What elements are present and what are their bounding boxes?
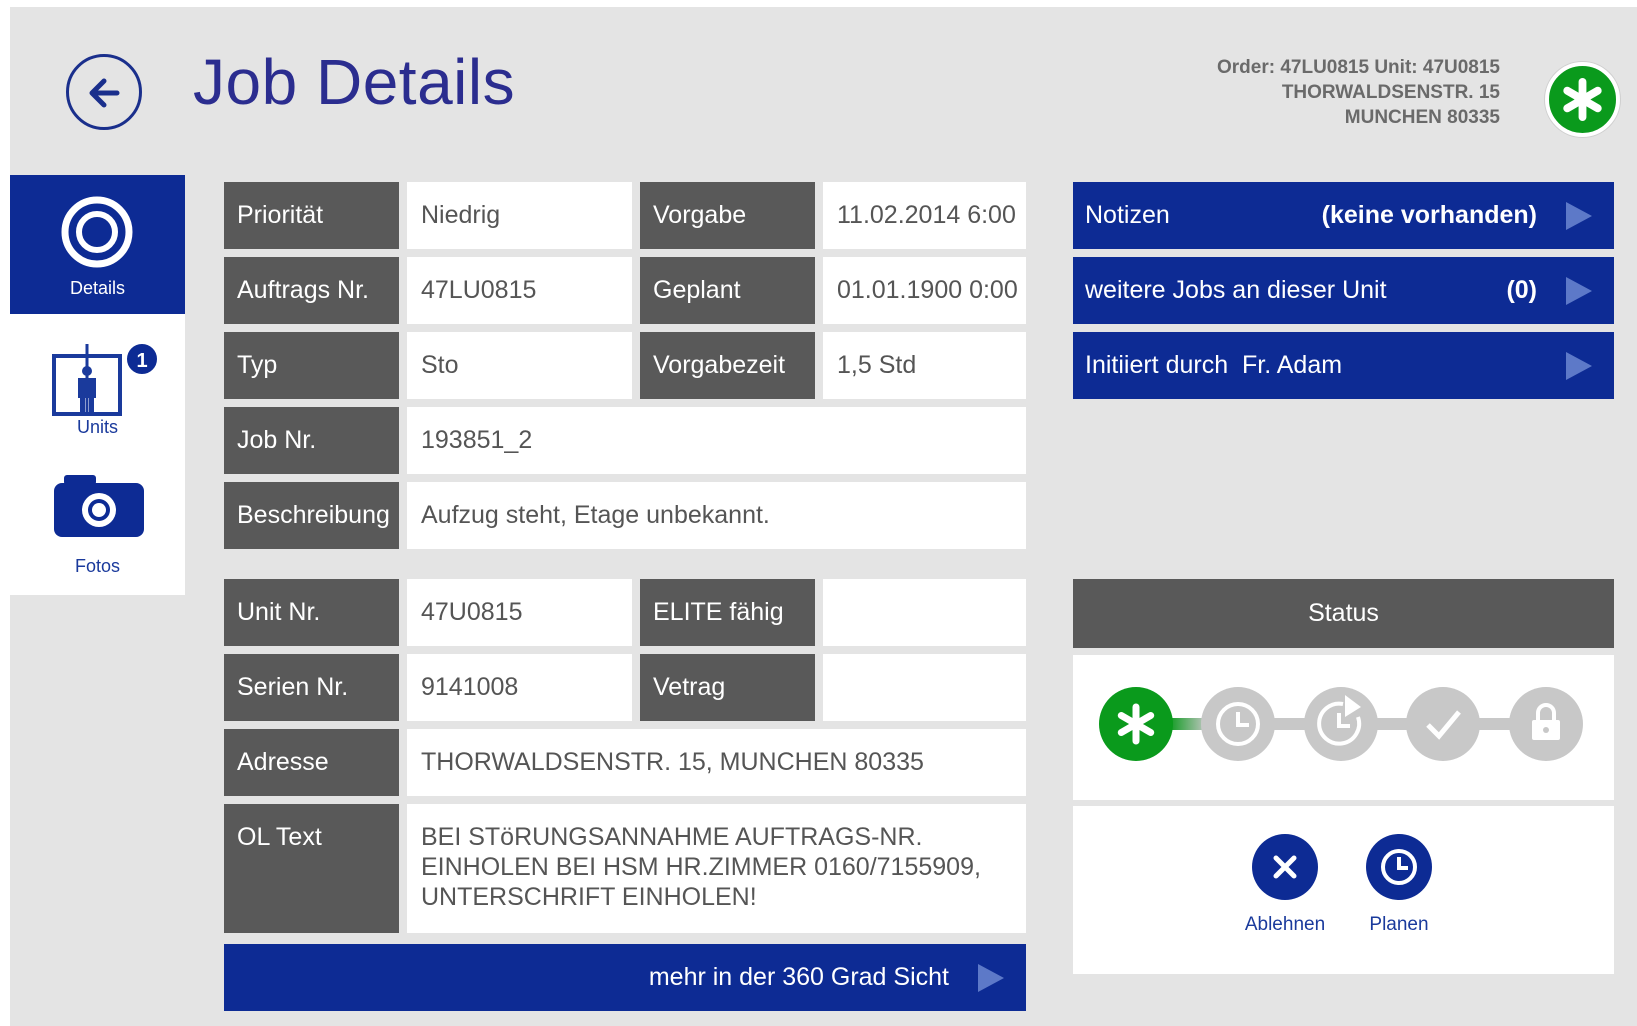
more-360-label: mehr in der 360 Grad Sicht xyxy=(648,963,949,991)
field-label-elite: ELITE fähig xyxy=(640,579,815,646)
field-value-job-nr: 193851_2 xyxy=(407,407,1026,474)
field-value-vorgabe: 11.02.2014 6:00 xyxy=(823,182,1026,249)
status-actions: Ablehnen Planen xyxy=(1073,806,1614,974)
play-arrow-icon xyxy=(1566,352,1592,380)
units-count-badge: 1 xyxy=(125,342,159,376)
initiiert-label: Initiiert durch Fr. Adam xyxy=(1085,351,1343,379)
status-step-started-icon xyxy=(1304,687,1378,761)
field-label-job-nr: Job Nr. xyxy=(224,407,399,474)
field-value-adresse: THORWALDSENSTR. 15, MUNCHEN 80335 xyxy=(407,729,1026,796)
order-info: Order: 47LU0815 Unit: 47U0815 THORWALDSE… xyxy=(1217,55,1500,130)
sidebar-item-details[interactable]: Details xyxy=(10,175,185,317)
field-label-geplant: Geplant xyxy=(640,257,815,324)
field-label-typ: Typ xyxy=(224,332,399,399)
field-label-auftrags-nr: Auftrags Nr. xyxy=(224,257,399,324)
field-label-vorgabe: Vorgabe xyxy=(640,182,815,249)
more-360-button[interactable]: mehr in der 360 Grad Sicht xyxy=(224,944,1026,1011)
app-window: Job Details Order: 47LU0815 Unit: 47U081… xyxy=(10,7,1637,1026)
field-value-elite xyxy=(823,579,1026,646)
sidebar-item-fotos[interactable]: Fotos xyxy=(10,453,185,595)
job-status-icon xyxy=(1545,62,1620,137)
field-value-geplant: 01.01.1900 0:00 xyxy=(823,257,1026,324)
sidebar-item-label: Units xyxy=(76,417,118,437)
field-value-auftrags-nr: 47LU0815 xyxy=(407,257,632,324)
weitere-jobs-link[interactable]: weitere Jobs an dieser Unit (0) xyxy=(1073,257,1614,324)
play-arrow-icon xyxy=(1566,277,1592,305)
status-step-done-icon xyxy=(1406,687,1480,761)
field-value-beschreibung: Aufzug steht, Etage unbekannt. xyxy=(407,482,1026,549)
initiiert-link[interactable]: Initiiert durch Fr. Adam xyxy=(1073,332,1614,399)
close-icon xyxy=(1273,855,1297,879)
play-arrow-icon xyxy=(1566,202,1592,230)
clock-icon xyxy=(1381,849,1417,885)
field-value-prioritaet: Niedrig xyxy=(407,182,632,249)
sidebar-item-label: Fotos xyxy=(74,556,121,576)
target-icon xyxy=(61,196,133,268)
status-step-new-icon xyxy=(1099,687,1173,761)
page-title: Job Details xyxy=(193,46,516,118)
camera-icon xyxy=(54,475,144,537)
weitere-jobs-count: (0) xyxy=(1506,276,1537,304)
planen-label: Planen xyxy=(1369,914,1429,935)
field-label-beschreibung: Beschreibung xyxy=(224,482,399,549)
status-step-clock-icon xyxy=(1201,687,1275,761)
field-label-serien-nr: Serien Nr. xyxy=(224,654,399,721)
planen-button[interactable]: Planen xyxy=(1349,834,1449,936)
field-label-ol-text: OL Text xyxy=(224,804,399,933)
field-label-prioritaet: Priorität xyxy=(224,182,399,249)
address-line-2: MUNCHEN 80335 xyxy=(1344,107,1500,128)
status-step-locked-icon xyxy=(1509,687,1583,761)
ablehnen-label: Ablehnen xyxy=(1244,914,1326,935)
order-line: Order: 47LU0815 Unit: 47U0815 xyxy=(1216,57,1500,78)
field-value-vorgabezeit: 1,5 Std xyxy=(823,332,1026,399)
field-label-unit-nr: Unit Nr. xyxy=(224,579,399,646)
arrow-left-icon xyxy=(89,78,120,108)
asterisk-icon xyxy=(1563,77,1602,122)
weitere-jobs-label: weitere Jobs an dieser Unit xyxy=(1085,276,1387,304)
field-value-ol-text: BEI STöRUNGSANNAHME AUFTRAGS-NR. EINHOLE… xyxy=(407,804,1026,933)
field-label-adresse: Adresse xyxy=(224,729,399,796)
field-value-unit-nr: 47U0815 xyxy=(407,579,632,646)
status-progress-track xyxy=(1073,655,1614,800)
field-value-typ: Sto xyxy=(407,332,632,399)
elevator-icon xyxy=(52,344,122,416)
back-button[interactable] xyxy=(66,54,142,130)
notizen-value: (keine vorhanden) xyxy=(1321,201,1537,229)
play-arrow-icon xyxy=(978,964,1004,992)
notizen-label: Notizen xyxy=(1085,201,1170,229)
initiiert-value: Fr. Adam xyxy=(1242,351,1343,379)
field-label-vetrag: Vetrag xyxy=(640,654,815,721)
field-value-vetrag xyxy=(823,654,1026,721)
sidebar-item-label: Details xyxy=(69,278,126,298)
field-value-serien-nr: 9141008 xyxy=(407,654,632,721)
ablehnen-button[interactable]: Ablehnen xyxy=(1235,834,1335,936)
sidebar-item-units[interactable]: 1 Units xyxy=(10,314,185,456)
field-label-vorgabezeit: Vorgabezeit xyxy=(640,332,815,399)
address-line-1: THORWALDSENSTR. 15 xyxy=(1281,82,1500,103)
notizen-link[interactable]: Notizen (keine vorhanden) xyxy=(1073,182,1614,249)
status-header: Status xyxy=(1073,579,1614,648)
